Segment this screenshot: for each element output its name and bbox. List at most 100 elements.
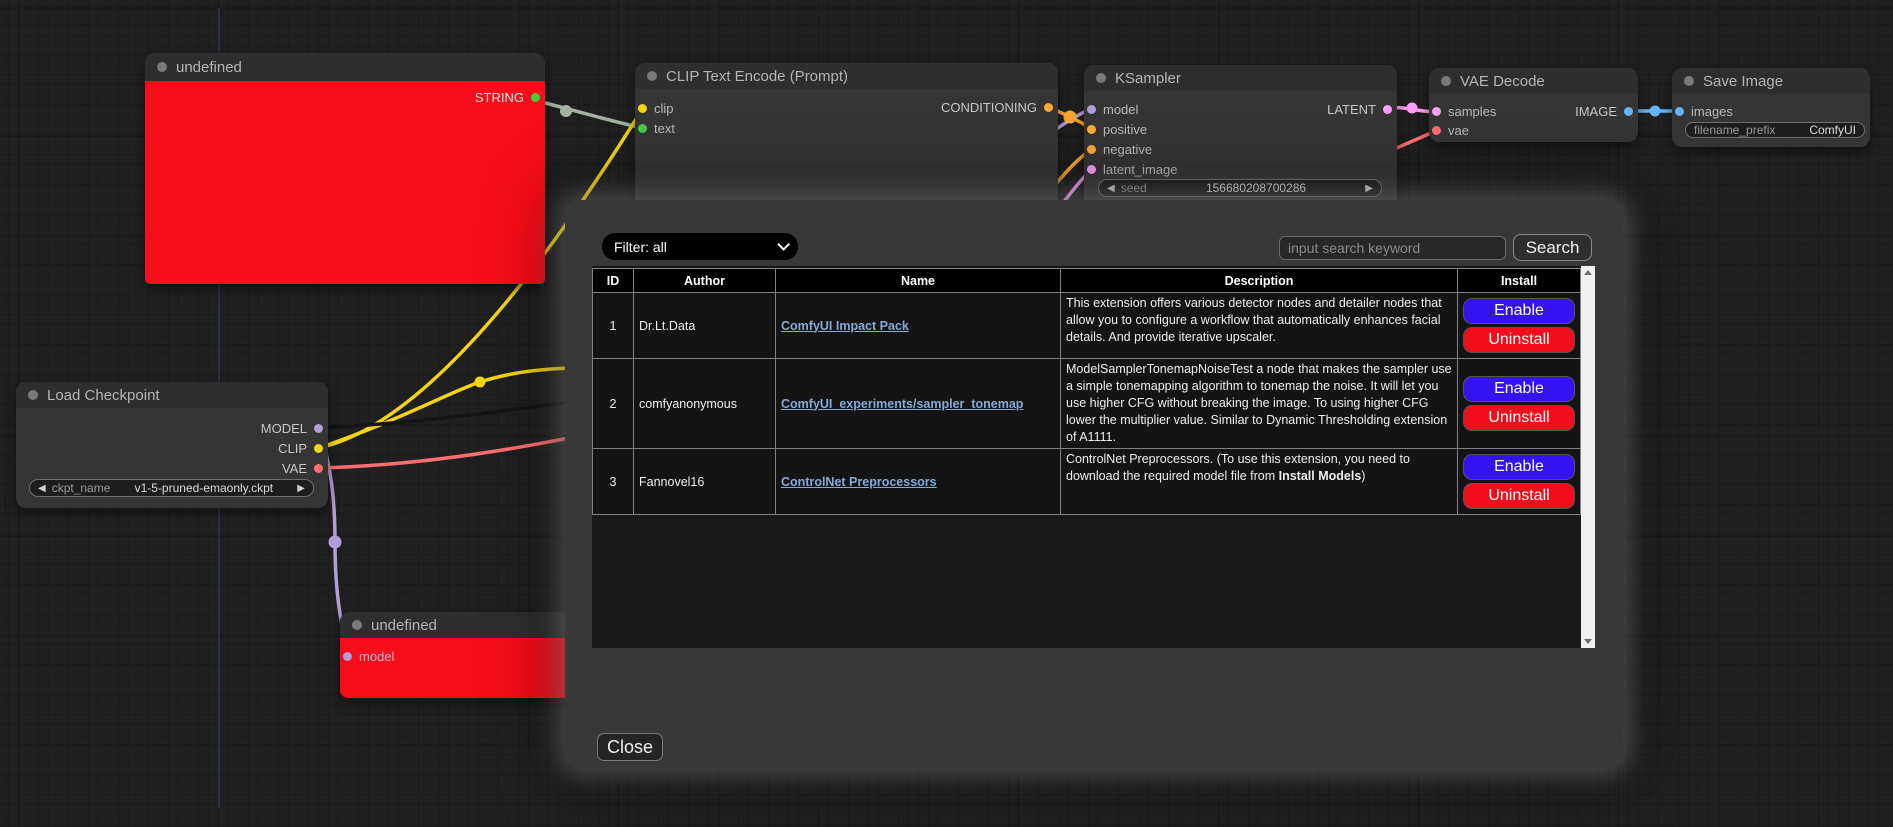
port-label: STRING	[475, 90, 524, 105]
enable-button[interactable]: Enable	[1463, 376, 1575, 402]
output-image[interactable]: IMAGE	[1575, 101, 1633, 121]
node-title: VAE Decode	[1460, 73, 1545, 90]
node-title-bar[interactable]: Save Image	[1672, 68, 1870, 94]
ckpt-name-widget[interactable]: ◀ ckpt_name v1-5-pruned-emaonly.ckpt ▶	[29, 479, 314, 497]
port-label: samples	[1448, 104, 1496, 119]
input-positive[interactable]: positive	[1087, 119, 1147, 139]
ext-id: 2	[593, 359, 634, 449]
latent-port-dot	[1087, 165, 1096, 174]
search-button[interactable]: Search	[1513, 234, 1592, 261]
ext-name-link[interactable]: ControlNet Preprocessors	[781, 475, 937, 489]
node-clip-text-encode[interactable]: CLIP Text Encode (Prompt) clip text COND…	[635, 63, 1058, 210]
node-load-checkpoint[interactable]: Load Checkpoint MODEL CLIP VAE ◀ ckpt_na…	[16, 382, 328, 508]
chevron-down-icon	[777, 238, 790, 251]
scroll-up-icon[interactable]	[1584, 270, 1592, 275]
decrement-arrow-icon[interactable]: ◀	[1107, 183, 1115, 194]
node-title: Save Image	[1703, 73, 1783, 90]
extension-table: ID Author Name Description Install 1 Dr.…	[592, 268, 1581, 515]
uninstall-button[interactable]: Uninstall	[1463, 405, 1575, 431]
increment-arrow-icon[interactable]: ▶	[1365, 183, 1373, 194]
wire-latent-dot	[1407, 103, 1418, 114]
node-title-bar[interactable]: Load Checkpoint	[16, 382, 328, 408]
model-port-dot	[1087, 105, 1096, 114]
wire-model-dot	[329, 536, 342, 549]
scroll-down-icon[interactable]	[1584, 639, 1592, 644]
wire-string-dot	[560, 105, 572, 117]
input-latent-image[interactable]: latent_image	[1087, 159, 1177, 179]
port-label: MODEL	[261, 421, 307, 436]
input-vae[interactable]: vae	[1432, 120, 1469, 140]
close-button[interactable]: Close	[597, 733, 663, 761]
node-status-dot	[352, 620, 362, 630]
prev-arrow-icon[interactable]: ◀	[38, 483, 46, 494]
col-name: Name	[776, 269, 1061, 293]
ext-name-link[interactable]: ComfyUI_experiments/sampler_tonemap	[781, 397, 1023, 411]
node-error-body	[145, 81, 545, 284]
node-undefined-top[interactable]: undefined STRING	[145, 53, 545, 284]
node-status-dot	[1096, 73, 1106, 83]
table-scrollbar[interactable]	[1581, 266, 1595, 648]
node-title: undefined	[176, 59, 242, 76]
node-save-image[interactable]: Save Image images filename_prefix ComfyU…	[1672, 68, 1870, 147]
ext-name-link[interactable]: ComfyUI Impact Pack	[781, 319, 909, 333]
ext-author: comfyanonymous	[634, 359, 776, 449]
ext-description: ControlNet Preprocessors. (To use this e…	[1061, 449, 1458, 515]
output-latent[interactable]: LATENT	[1327, 99, 1392, 119]
port-label: CONDITIONING	[941, 100, 1037, 115]
input-images[interactable]: images	[1675, 101, 1733, 121]
text-port-dot	[638, 124, 647, 133]
output-vae[interactable]: VAE	[282, 458, 323, 478]
output-conditioning[interactable]: CONDITIONING	[941, 97, 1053, 117]
widget-label: seed	[1121, 181, 1147, 195]
node-title: CLIP Text Encode (Prompt)	[666, 68, 848, 85]
ext-id: 3	[593, 449, 634, 515]
clip-out-port-dot	[314, 444, 323, 453]
negative-port-dot	[1087, 145, 1096, 154]
port-label: text	[654, 121, 675, 136]
next-arrow-icon[interactable]: ▶	[297, 483, 305, 494]
output-model[interactable]: MODEL	[261, 418, 323, 438]
filter-selected-value: Filter: all	[614, 239, 667, 255]
ext-description: This extension offers various detector n…	[1061, 293, 1458, 359]
filter-select[interactable]: Filter: all	[602, 233, 798, 260]
samples-port-dot	[1432, 107, 1441, 116]
node-title: Load Checkpoint	[47, 387, 160, 404]
input-model[interactable]: model	[1087, 99, 1138, 119]
seed-widget[interactable]: ◀ seed 156680208700286 ▶	[1098, 179, 1382, 197]
input-model[interactable]: model	[343, 646, 394, 666]
enable-button[interactable]: Enable	[1463, 454, 1575, 480]
output-clip[interactable]: CLIP	[278, 438, 323, 458]
input-samples[interactable]: samples	[1432, 101, 1496, 121]
model-out-port-dot	[314, 424, 323, 433]
node-title-bar[interactable]: undefined	[340, 612, 570, 638]
table-header-row: ID Author Name Description Install	[593, 269, 1581, 293]
input-negative[interactable]: negative	[1087, 139, 1152, 159]
node-ksampler[interactable]: KSampler model positive negative latent_…	[1084, 65, 1397, 210]
input-clip[interactable]: clip	[638, 98, 674, 118]
col-install: Install	[1458, 269, 1581, 293]
vae-port-dot	[1432, 126, 1441, 135]
ext-id: 1	[593, 293, 634, 359]
node-status-dot	[647, 71, 657, 81]
node-title-bar[interactable]: CLIP Text Encode (Prompt)	[635, 63, 1058, 89]
input-text[interactable]: text	[638, 118, 675, 138]
port-label: model	[1103, 102, 1138, 117]
output-string[interactable]: STRING	[475, 87, 540, 107]
widget-label: filename_prefix	[1694, 123, 1775, 137]
uninstall-button[interactable]: Uninstall	[1463, 483, 1575, 509]
ext-author: Dr.Lt.Data	[634, 293, 776, 359]
node-vae-decode[interactable]: VAE Decode samples vae IMAGE	[1429, 68, 1638, 142]
node-title-bar[interactable]: VAE Decode	[1429, 68, 1638, 94]
enable-button[interactable]: Enable	[1463, 298, 1575, 324]
filename-prefix-widget[interactable]: filename_prefix ComfyUI	[1685, 122, 1865, 138]
search-input[interactable]	[1279, 236, 1506, 260]
uninstall-button[interactable]: Uninstall	[1463, 327, 1575, 353]
node-status-dot	[157, 62, 167, 72]
port-label: IMAGE	[1575, 104, 1617, 119]
node-status-dot	[28, 390, 38, 400]
port-label: model	[359, 649, 394, 664]
node-title-bar[interactable]: KSampler	[1084, 65, 1397, 91]
port-label: images	[1691, 104, 1733, 119]
node-undefined-bottom[interactable]: undefined model	[340, 612, 570, 698]
node-title-bar[interactable]: undefined	[145, 53, 545, 81]
